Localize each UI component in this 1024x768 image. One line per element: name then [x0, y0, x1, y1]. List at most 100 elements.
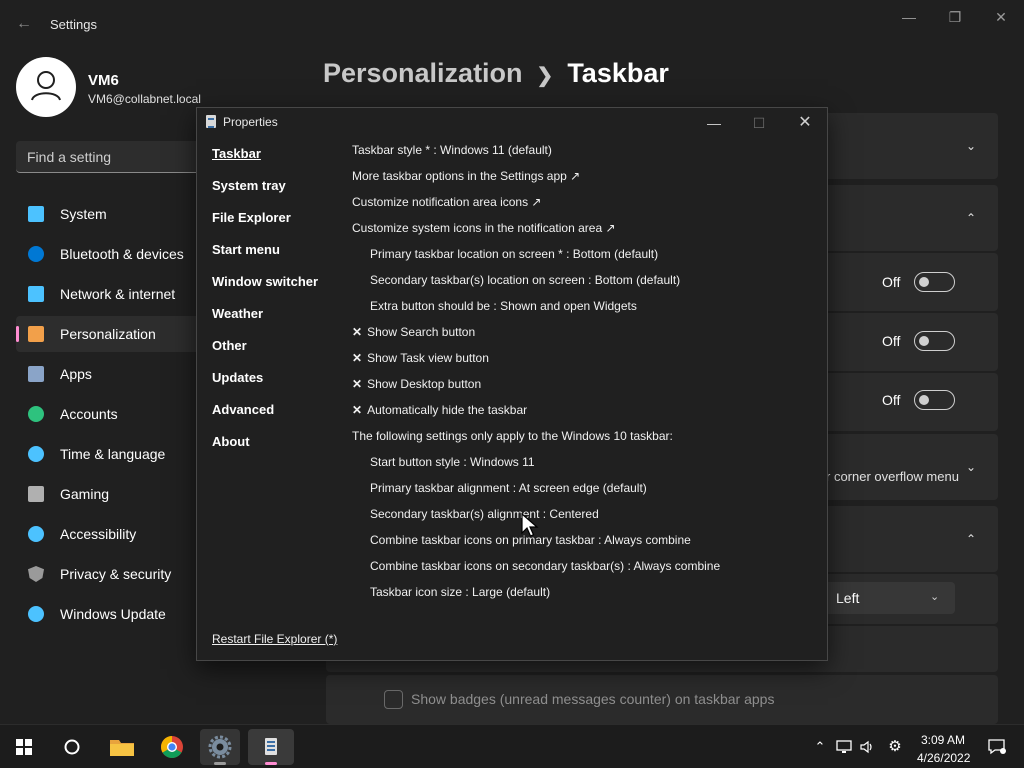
checkbox-option[interactable]: ✕ Show Desktop button: [352, 377, 481, 391]
option-item[interactable]: Primary taskbar location on screen * : B…: [370, 247, 658, 261]
properties-tab-advanced[interactable]: Advanced: [212, 402, 274, 417]
clock-globe-icon: [28, 446, 44, 462]
chevron-down-icon: ⌄: [930, 591, 940, 603]
person-icon: [28, 406, 44, 422]
gear-icon[interactable]: ⚙: [887, 739, 903, 755]
back-arrow-icon[interactable]: ←: [16, 14, 36, 34]
start-button[interactable]: [4, 729, 44, 765]
option-item[interactable]: Start button style : Windows 11: [370, 455, 535, 469]
sidebar-item-personalization[interactable]: Personalization: [16, 316, 206, 352]
properties-dialog: Properties — ☐ ✕ Taskbar System tray File …: [196, 107, 828, 661]
checked-x-icon: ✕: [352, 403, 363, 417]
properties-title: Properties: [223, 115, 278, 129]
minimize-button[interactable]: —: [886, 4, 932, 32]
properties-title-bar: Properties — ☐ ✕: [197, 108, 827, 138]
properties-tab-taskbar[interactable]: Taskbar: [212, 146, 261, 161]
avatar[interactable]: [16, 57, 76, 117]
option-label: Combine taskbar icons on secondary taskb…: [370, 559, 721, 573]
search-input[interactable]: Find a setting: [16, 141, 216, 173]
properties-tab-system-tray[interactable]: System tray: [212, 178, 286, 193]
chrome-button[interactable]: [152, 729, 192, 765]
chevron-down-icon: ⌄: [966, 139, 977, 153]
chevron-up-icon: ⌃: [966, 532, 977, 546]
badges-label: Show badges (unread messages counter) on…: [411, 691, 775, 707]
toggle-switch[interactable]: [914, 390, 955, 410]
close-button[interactable]: ✕: [978, 4, 1024, 32]
option-item[interactable]: Customize system icons in the notificati…: [352, 221, 616, 235]
sidebar-item-accessibility[interactable]: Accessibility: [16, 516, 206, 552]
checked-x-icon: ✕: [352, 377, 363, 391]
option-item[interactable]: Secondary taskbar(s) alignment : Centere…: [370, 507, 599, 521]
sidebar-item-apps[interactable]: Apps: [16, 356, 206, 392]
settings-icon: [208, 735, 232, 759]
option-item[interactable]: Taskbar icon size : Large (default): [370, 585, 550, 599]
sidebar-item-windows-update[interactable]: Windows Update: [16, 596, 206, 632]
checkbox-option[interactable]: ✕ Automatically hide the taskbar: [352, 403, 527, 417]
properties-tab-file-explorer[interactable]: File Explorer: [212, 210, 291, 225]
search-button[interactable]: [52, 729, 92, 765]
wifi-icon: [28, 286, 44, 302]
alignment-dropdown[interactable]: Left ⌄: [822, 582, 955, 614]
chevron-up-icon[interactable]: ⌃: [812, 739, 828, 755]
breadcrumb-parent[interactable]: Personalization: [323, 58, 523, 88]
properties-taskbar-button[interactable]: [248, 729, 294, 765]
checkbox-option[interactable]: ✕ Show Task view button: [352, 351, 489, 365]
notification-icon[interactable]: [988, 739, 1006, 755]
properties-tab-start-menu[interactable]: Start menu: [212, 242, 280, 257]
option-label: Automatically hide the taskbar: [367, 403, 528, 417]
option-label: Taskbar icon size : Large (default): [370, 585, 551, 599]
brush-icon: [28, 326, 44, 342]
close-button[interactable]: ✕: [785, 110, 825, 136]
sidebar-item-gaming[interactable]: Gaming: [16, 476, 206, 512]
toggle-switch[interactable]: [914, 272, 955, 292]
sidebar-item-privacy-security[interactable]: Privacy & security: [16, 556, 206, 592]
badges-checkbox[interactable]: [384, 690, 403, 709]
clock-time[interactable]: 3:09 AM: [921, 733, 965, 747]
search-placeholder: Find a setting: [27, 149, 112, 165]
option-label: Primary taskbar location on screen * : B…: [370, 247, 659, 261]
chat-bubble-icon: [988, 739, 1006, 755]
properties-tab-about[interactable]: About: [212, 434, 250, 449]
maximize-button[interactable]: ☐: [739, 110, 779, 136]
settings-taskbar-button[interactable]: [200, 729, 240, 765]
sidebar-item-bluetooth-devices[interactable]: Bluetooth & devices: [16, 236, 206, 272]
option-label: Extra button should be : Shown and open …: [370, 299, 637, 313]
shield-icon: [28, 566, 44, 582]
properties-tab-updates[interactable]: Updates: [212, 370, 263, 385]
sidebar-item-network-internet[interactable]: Network & internet: [16, 276, 206, 312]
option-label: Start button style : Windows 11: [370, 455, 535, 469]
toggle-switch[interactable]: [914, 331, 955, 351]
checked-x-icon: ✕: [352, 351, 363, 365]
sidebar-item-time-language[interactable]: Time & language: [16, 436, 206, 472]
properties-app-icon: [206, 115, 216, 128]
volume-icon[interactable]: [859, 739, 875, 755]
option-item[interactable]: Extra button should be : Shown and open …: [370, 299, 637, 313]
maximize-button[interactable]: ❐: [932, 4, 978, 32]
option-item[interactable]: Combine taskbar icons on secondary taskb…: [370, 559, 720, 573]
clock-date[interactable]: 4/26/2022: [917, 751, 970, 765]
checked-x-icon: ✕: [352, 325, 363, 339]
file-explorer-button[interactable]: [102, 729, 142, 765]
option-item[interactable]: More taskbar options in the Settings app…: [352, 169, 580, 183]
sidebar-item-accounts[interactable]: Accounts: [16, 396, 206, 432]
sidebar-item-label: System: [60, 206, 107, 222]
option-item[interactable]: The following settings only apply to the…: [352, 429, 673, 443]
option-label: Show Task view button: [367, 351, 489, 365]
chevron-down-icon: ⌄: [966, 460, 977, 474]
properties-tab-other[interactable]: Other: [212, 338, 247, 353]
user-name: VM6: [88, 72, 119, 89]
toggle-state: Off: [882, 333, 901, 349]
option-item[interactable]: Secondary taskbar(s) location on screen …: [370, 273, 680, 287]
sidebar-item-system[interactable]: System: [16, 196, 206, 232]
properties-tab-window-switcher[interactable]: Window switcher: [212, 274, 318, 289]
network-icon[interactable]: [836, 739, 852, 755]
properties-tab-weather[interactable]: Weather: [212, 306, 263, 321]
option-item[interactable]: Primary taskbar alignment : At screen ed…: [370, 481, 647, 495]
option-item[interactable]: Taskbar style * : Windows 11 (default): [352, 143, 552, 157]
restart-explorer-link[interactable]: Restart File Explorer (*): [212, 632, 337, 646]
option-label: Taskbar style * : Windows 11 (default): [352, 143, 552, 157]
option-item[interactable]: Customize notification area icons ↗: [352, 195, 541, 209]
minimize-button[interactable]: —: [694, 110, 734, 136]
option-label: The following settings only apply to the…: [352, 429, 673, 443]
checkbox-option[interactable]: ✕ Show Search button: [352, 325, 475, 339]
